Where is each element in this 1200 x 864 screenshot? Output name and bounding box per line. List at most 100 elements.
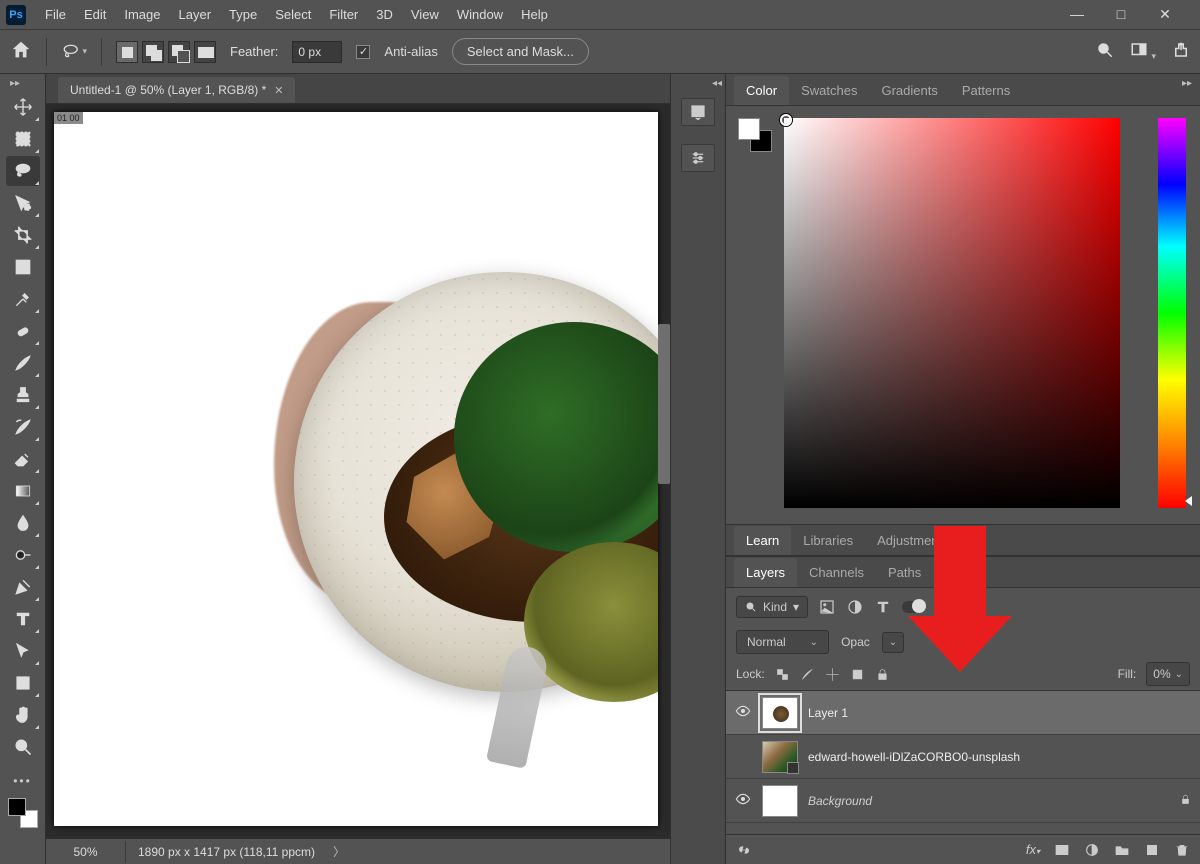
new-adjustment-icon[interactable]	[1084, 842, 1100, 858]
window-close-button[interactable]: ✕	[1156, 6, 1174, 23]
menu-edit[interactable]: Edit	[75, 3, 115, 26]
tab-color[interactable]: Color	[734, 76, 789, 105]
collapse-handle-icon[interactable]: ▸▸	[10, 78, 20, 89]
menu-help[interactable]: Help	[512, 3, 557, 26]
selection-subtract-icon[interactable]	[168, 41, 190, 63]
layer-thumbnail[interactable]	[762, 697, 798, 729]
menu-type[interactable]: Type	[220, 3, 266, 26]
blur-tool-icon[interactable]	[6, 508, 40, 538]
eraser-tool-icon[interactable]	[6, 444, 40, 474]
tab-swatches[interactable]: Swatches	[789, 76, 869, 105]
menu-filter[interactable]: Filter	[320, 3, 367, 26]
tab-gradients[interactable]: Gradients	[869, 76, 949, 105]
stamp-tool-icon[interactable]	[6, 380, 40, 410]
move-tool-icon[interactable]	[6, 92, 40, 122]
menu-file[interactable]: File	[36, 3, 75, 26]
path-select-tool-icon[interactable]	[6, 636, 40, 666]
menu-layer[interactable]: Layer	[170, 3, 221, 26]
new-layer-icon[interactable]	[1144, 842, 1160, 858]
crop-tool-icon[interactable]	[6, 220, 40, 250]
lock-pixels-icon[interactable]	[800, 667, 815, 682]
foreground-background-swatch[interactable]	[8, 798, 38, 828]
menu-3d[interactable]: 3D	[367, 3, 402, 26]
properties-panel-icon[interactable]	[681, 144, 715, 172]
hue-slider[interactable]	[1158, 118, 1186, 508]
heal-tool-icon[interactable]	[6, 316, 40, 346]
tab-libraries[interactable]: Libraries	[791, 526, 865, 555]
vertical-scrollbar[interactable]	[658, 324, 670, 484]
collapse-handle-icon[interactable]: ▸▸	[1182, 78, 1192, 89]
filter-adjust-icon[interactable]	[846, 598, 864, 616]
tab-channels[interactable]: Channels	[797, 558, 876, 587]
filter-pixel-icon[interactable]	[818, 598, 836, 616]
layer-thumbnail[interactable]	[762, 741, 798, 773]
antialias-checkbox[interactable]: ✓	[356, 45, 370, 59]
hue-slider-thumb-icon[interactable]	[1185, 496, 1192, 506]
menu-select[interactable]: Select	[266, 3, 320, 26]
active-tool-icon[interactable]: ▾	[61, 39, 87, 65]
tab-layers[interactable]: Layers	[734, 558, 797, 587]
lock-position-icon[interactable]	[825, 667, 840, 682]
brush-tool-icon[interactable]	[6, 348, 40, 378]
layer-name[interactable]: Background	[808, 794, 872, 808]
layer-filter-kind-dropdown[interactable]: Kind ▾	[736, 596, 808, 618]
canvas-viewport[interactable]: 01 00	[46, 104, 670, 864]
tab-learn[interactable]: Learn	[734, 526, 791, 555]
selection-add-icon[interactable]	[142, 41, 164, 63]
workspace-switcher-icon[interactable]: ▾	[1130, 41, 1156, 62]
delete-layer-icon[interactable]	[1174, 842, 1190, 858]
filter-toggle[interactable]	[902, 601, 924, 613]
marquee-tool-icon[interactable]	[6, 124, 40, 154]
tab-adjustments[interactable]: Adjustments	[865, 526, 961, 555]
visibility-toggle-icon[interactable]	[734, 703, 752, 722]
zoom-tool-icon[interactable]	[6, 732, 40, 762]
type-tool-icon[interactable]	[6, 604, 40, 634]
layer-name[interactable]: edward-howell-iDlZaCORBO0-unsplash	[808, 750, 1020, 764]
lasso-tool-icon[interactable]	[6, 156, 40, 186]
link-layers-icon[interactable]	[736, 842, 752, 858]
feather-input[interactable]	[292, 41, 342, 63]
visibility-toggle-icon[interactable]	[734, 791, 752, 810]
eyedropper-tool-icon[interactable]	[6, 284, 40, 314]
color-fgbg-swatch[interactable]	[738, 118, 772, 152]
home-icon[interactable]	[10, 39, 32, 64]
new-group-icon[interactable]	[1114, 842, 1130, 858]
layer-row[interactable]: Background	[726, 779, 1200, 823]
filter-type-icon[interactable]	[874, 598, 892, 616]
layer-fx-icon[interactable]: fx▾	[1026, 842, 1040, 857]
document-tab[interactable]: Untitled-1 @ 50% (Layer 1, RGB/8) * ✕	[58, 77, 295, 103]
hand-tool-icon[interactable]	[6, 700, 40, 730]
tab-patterns[interactable]: Patterns	[950, 76, 1022, 105]
pen-tool-icon[interactable]	[6, 572, 40, 602]
selection-new-icon[interactable]	[116, 41, 138, 63]
canvas[interactable]: 01 00	[54, 112, 658, 826]
history-brush-tool-icon[interactable]	[6, 412, 40, 442]
shape-tool-icon[interactable]	[6, 668, 40, 698]
menu-image[interactable]: Image	[115, 3, 169, 26]
history-panel-icon[interactable]	[681, 98, 715, 126]
share-icon[interactable]	[1172, 41, 1190, 62]
document-info[interactable]: 1890 px x 1417 px (118,11 ppcm)	[126, 845, 327, 859]
menu-window[interactable]: Window	[448, 3, 512, 26]
gradient-tool-icon[interactable]	[6, 476, 40, 506]
lock-all-icon[interactable]	[875, 667, 890, 682]
layer-name[interactable]: Layer 1	[808, 706, 848, 720]
close-tab-icon[interactable]: ✕	[274, 84, 283, 97]
tab-paths[interactable]: Paths	[876, 558, 933, 587]
quick-select-tool-icon[interactable]	[6, 188, 40, 218]
collapse-handle-icon[interactable]: ◂◂	[712, 78, 722, 89]
select-and-mask-button[interactable]: Select and Mask...	[452, 38, 589, 65]
menu-view[interactable]: View	[402, 3, 448, 26]
window-maximize-button[interactable]: □	[1112, 6, 1130, 23]
blend-mode-dropdown[interactable]: Normal⌄	[736, 630, 829, 654]
selection-intersect-icon[interactable]	[194, 41, 216, 63]
color-field[interactable]	[784, 118, 1120, 508]
opacity-dropdown[interactable]: ⌄	[882, 632, 904, 653]
dodge-tool-icon[interactable]	[6, 540, 40, 570]
layer-row[interactable]: edward-howell-iDlZaCORBO0-unsplash	[726, 735, 1200, 779]
lock-artboard-icon[interactable]	[850, 667, 865, 682]
zoom-level[interactable]: 50%	[46, 841, 126, 863]
frame-tool-icon[interactable]	[6, 252, 40, 282]
add-mask-icon[interactable]	[1054, 842, 1070, 858]
lock-transparency-icon[interactable]	[775, 667, 790, 682]
